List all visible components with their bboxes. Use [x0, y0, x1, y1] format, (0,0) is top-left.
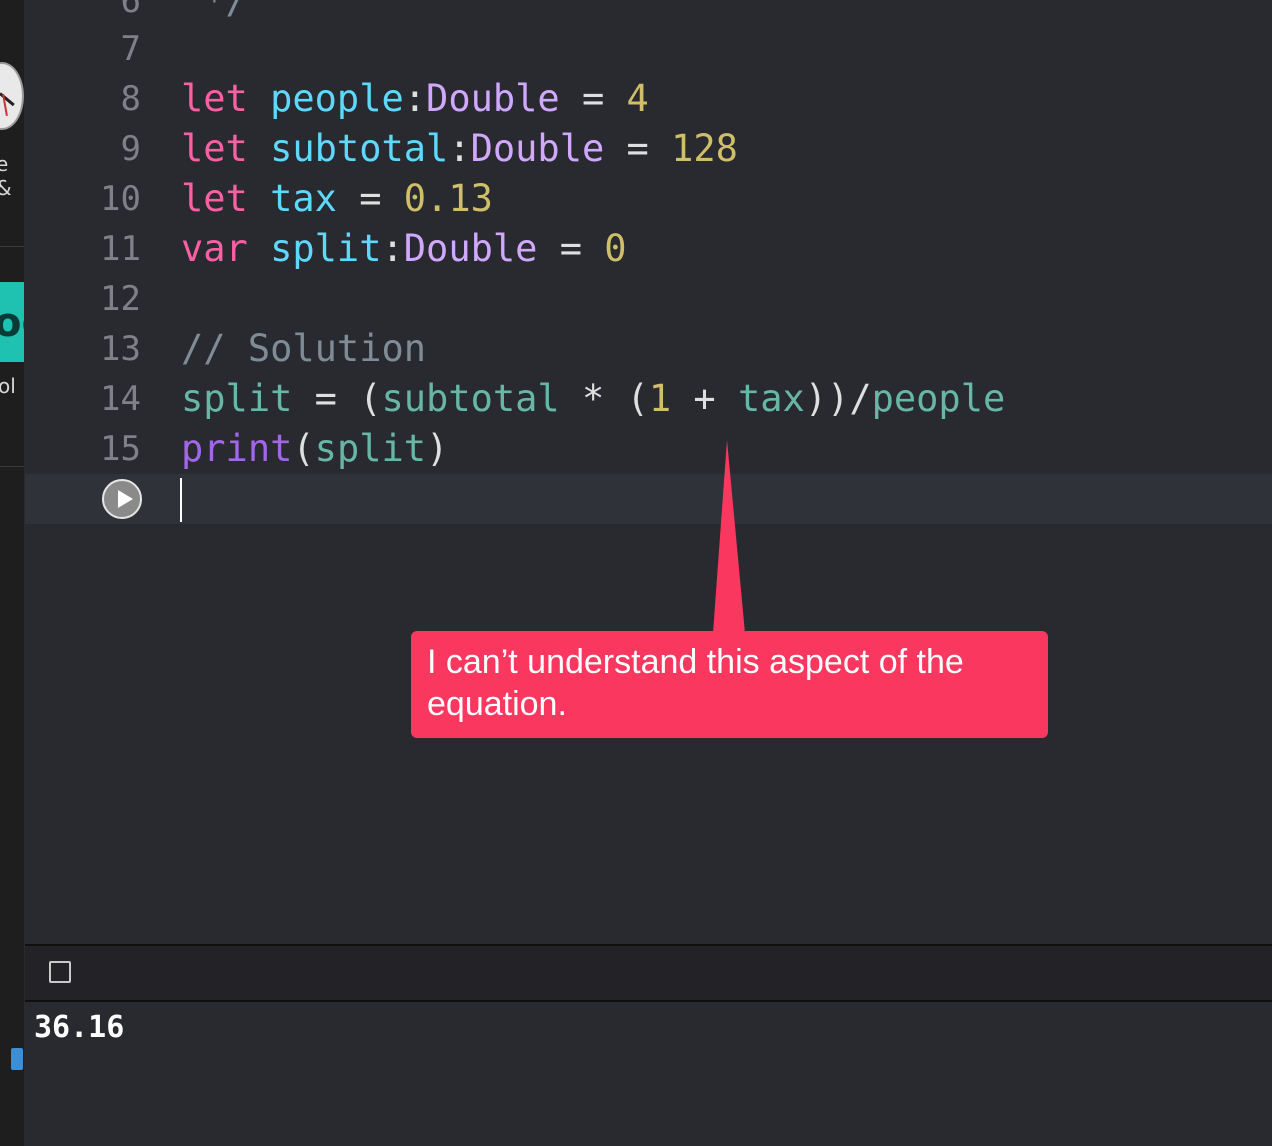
line-number: 7 [120, 29, 141, 69]
declaration-token: subtotal [270, 127, 449, 170]
type-token: Double [426, 77, 560, 120]
code-line-14: split = (subtotal * (1 + tax))/people [181, 374, 1005, 424]
sliver-label-b: ol [0, 374, 16, 398]
type-token: Double [403, 227, 538, 270]
declaration-token: split [270, 227, 382, 270]
line-number: 11 [100, 229, 141, 269]
identifier-token: tax [737, 377, 805, 420]
function-token: print [181, 427, 293, 470]
code-line-11: var split:Double = 0 [181, 224, 627, 274]
sliver-divider [0, 466, 24, 467]
code-editor[interactable]: 6 */ 7 8 9 10 11 12 13 14 15 let people:… [25, 0, 1272, 944]
type-token: Double [470, 127, 605, 170]
console-output[interactable]: 36.16 [25, 1002, 1272, 1146]
run-button[interactable] [102, 479, 142, 519]
operator-token: = [559, 77, 627, 120]
line-number: 13 [100, 329, 141, 369]
operator-token: : [448, 127, 471, 170]
code-line-10: let tax = 0.13 [181, 174, 493, 224]
operator-token: : [403, 77, 427, 120]
operator-token: : [381, 227, 404, 270]
operator-token: = ( [292, 377, 382, 420]
operator-token: ) [426, 427, 449, 470]
line-number: 9 [120, 129, 141, 169]
line-number: 12 [100, 279, 141, 319]
app-icon[interactable]: og [0, 282, 24, 362]
console-output-text: 36.16 [34, 1010, 125, 1045]
desktop-sliver: e & og ol [0, 0, 24, 1146]
number-token: 0.13 [403, 177, 493, 220]
console-toggle-checkbox[interactable] [49, 961, 71, 983]
identifier-token: subtotal [381, 377, 560, 420]
current-line-highlight [25, 474, 1272, 524]
folder-icon[interactable] [11, 1048, 23, 1070]
code-line-8: let people:Double = 4 [181, 74, 649, 124]
operator-token: ))/ [804, 377, 872, 420]
operator-token: = [537, 227, 605, 270]
code-line-9: let subtotal:Double = 128 [181, 124, 738, 174]
number-token: 1 [648, 377, 672, 420]
operator-token: = [336, 177, 404, 220]
annotation-callout: I can’t understand this aspect of the eq… [411, 631, 1048, 738]
declaration-token: people [270, 77, 404, 120]
number-token: 128 [671, 127, 738, 170]
identifier-token: split [181, 377, 293, 420]
code-line-15: print(split) [181, 424, 448, 474]
operator-token: ( [292, 427, 315, 470]
operator-token: + [671, 377, 738, 420]
declaration-token: tax [270, 177, 337, 220]
sliver-divider [0, 246, 24, 247]
sliver-label-a: e & [0, 152, 12, 200]
line-number: 10 [100, 179, 141, 219]
keyword-token: var [181, 227, 248, 270]
keyword-token: let [181, 127, 248, 170]
app-icon-label: og [0, 300, 24, 346]
operator-token: * ( [559, 377, 649, 420]
identifier-token: split [314, 427, 427, 470]
identifier-token: people [871, 377, 1006, 420]
number-token: 4 [626, 77, 649, 120]
keyword-token: let [181, 177, 248, 220]
keyword-token: let [181, 77, 248, 120]
console-toolbar [25, 946, 1272, 1000]
code-line-6: */ [181, 0, 248, 22]
text-caret [180, 478, 182, 522]
line-number: 8 [120, 79, 141, 119]
clock-icon [0, 62, 24, 130]
line-number: 14 [100, 379, 141, 419]
line-number: 6 [120, 0, 141, 21]
number-token: 0 [604, 227, 627, 270]
line-number: 15 [100, 429, 141, 469]
code-line-13: // Solution [181, 327, 427, 370]
operator-token: = [604, 127, 672, 170]
